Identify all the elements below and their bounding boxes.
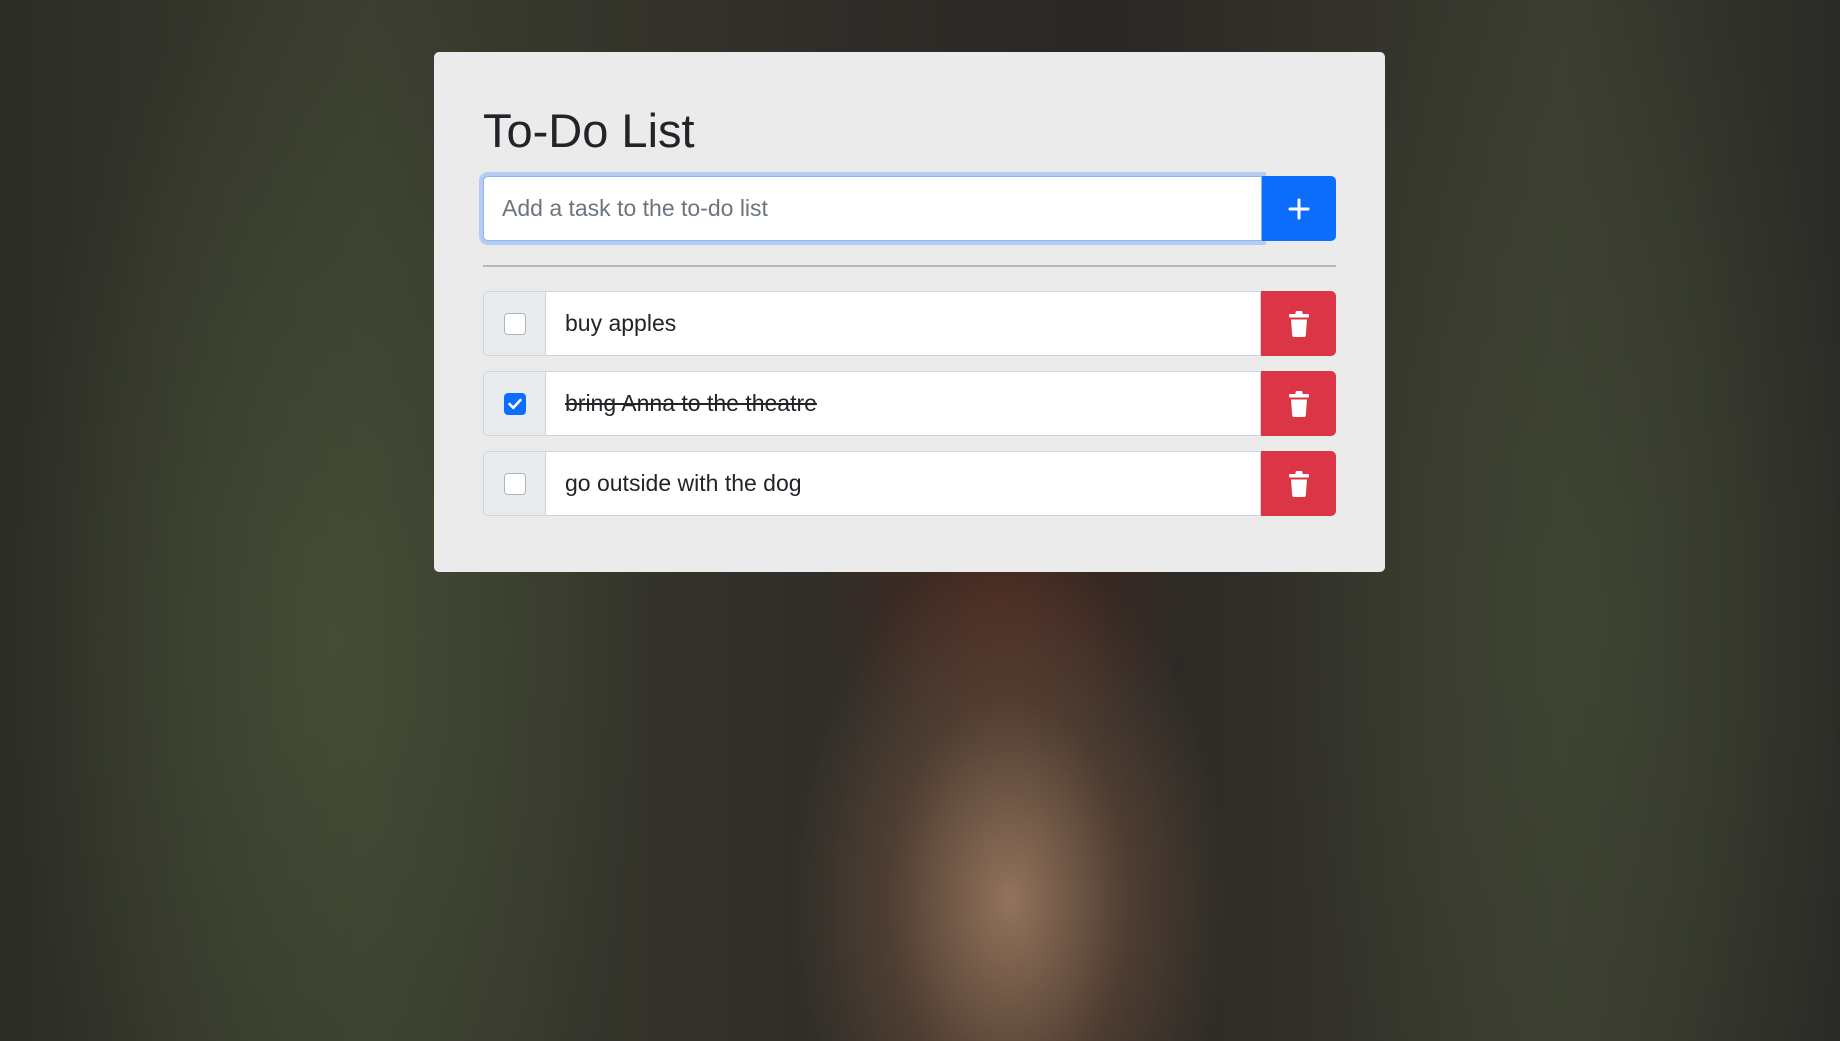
- delete-task-button[interactable]: [1261, 451, 1336, 516]
- task-label: go outside with the dog: [545, 451, 1261, 516]
- page-title: To-Do List: [483, 104, 695, 157]
- divider: [483, 265, 1336, 267]
- task-checkbox[interactable]: [503, 312, 526, 335]
- task-label: buy apples: [545, 291, 1261, 356]
- checkmark-icon: [507, 398, 522, 409]
- task-item: bring Anna to the theatre: [483, 371, 1336, 436]
- task-checkbox[interactable]: [503, 392, 526, 415]
- plus-icon: [1288, 198, 1310, 219]
- task-list: buy apples bring Anna to the theatre go …: [483, 291, 1336, 516]
- trash-icon: [1288, 470, 1309, 497]
- task-label: bring Anna to the theatre: [545, 371, 1261, 436]
- trash-icon: [1288, 310, 1309, 337]
- delete-task-button[interactable]: [1261, 291, 1336, 356]
- task-checkbox-wrapper: [483, 291, 545, 356]
- task-item: buy apples: [483, 291, 1336, 356]
- trash-icon: [1288, 390, 1309, 417]
- task-item: go outside with the dog: [483, 451, 1336, 516]
- task-checkbox[interactable]: [503, 472, 526, 495]
- add-task-button[interactable]: [1262, 176, 1336, 241]
- task-input[interactable]: [483, 176, 1262, 241]
- task-checkbox-wrapper: [483, 371, 545, 436]
- task-checkbox-wrapper: [483, 451, 545, 516]
- add-task-row: [483, 176, 1336, 241]
- todo-card: To-Do List buy apples: [434, 52, 1385, 572]
- delete-task-button[interactable]: [1261, 371, 1336, 436]
